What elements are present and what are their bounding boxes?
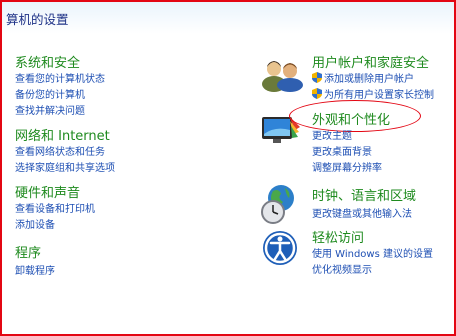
category-hardware-sound[interactable]: 硬件和声音 [15, 182, 80, 201]
link-homegroup-sharing[interactable]: 选择家庭组和共享选项 [15, 159, 115, 174]
clock-globe-icon[interactable] [259, 182, 303, 226]
uac-shield-icon [312, 72, 322, 83]
link-view-computer-status[interactable]: 查看您的计算机状态 [15, 70, 105, 85]
control-panel-window: 算机的设置 系统和安全 查看您的计算机状态 备份您的计算机 查找并解决问题 网络… [0, 0, 456, 336]
category-system-security[interactable]: 系统和安全 [15, 52, 80, 71]
users-icon[interactable] [260, 52, 304, 92]
link-uninstall-program[interactable]: 卸载程序 [15, 262, 55, 277]
link-add-remove-accounts[interactable]: 添加或删除用户帐户 [312, 70, 414, 85]
link-optimize-display[interactable]: 优化视频显示 [312, 261, 372, 276]
category-user-accounts[interactable]: 用户帐户和家庭安全 [312, 52, 429, 71]
category-appearance[interactable]: 外观和个性化 [312, 109, 390, 128]
link-backup-computer[interactable]: 备份您的计算机 [15, 86, 85, 101]
link-adjust-resolution[interactable]: 调整屏幕分辨率 [312, 159, 382, 174]
link-add-remove-accounts-label: 添加或删除用户帐户 [324, 74, 414, 85]
category-programs[interactable]: 程序 [15, 242, 41, 261]
page-title: 算机的设置 [6, 12, 69, 27]
link-change-theme[interactable]: 更改主题 [312, 127, 352, 142]
link-change-keyboard[interactable]: 更改键盘或其他输入法 [312, 205, 412, 220]
link-add-device[interactable]: 添加设备 [15, 216, 55, 231]
link-devices-printers[interactable]: 查看设备和打印机 [15, 200, 95, 215]
header-bar: 算机的设置 [2, 2, 454, 34]
accessibility-icon[interactable] [260, 228, 300, 268]
category-clock-language-region[interactable]: 时钟、语言和区域 [312, 185, 416, 204]
link-troubleshoot[interactable]: 查找并解决问题 [15, 102, 85, 117]
link-change-desktop-background[interactable]: 更改桌面背景 [312, 143, 372, 158]
category-ease-of-access[interactable]: 轻松访问 [312, 227, 364, 246]
link-network-status[interactable]: 查看网络状态和任务 [15, 143, 105, 158]
link-parental-controls[interactable]: 为所有用户设置家长控制 [312, 86, 434, 101]
link-recommended-settings[interactable]: 使用 Windows 建议的设置 [312, 245, 433, 260]
uac-shield-icon [312, 88, 322, 99]
category-network-internet[interactable]: 网络和 Internet [15, 125, 110, 144]
